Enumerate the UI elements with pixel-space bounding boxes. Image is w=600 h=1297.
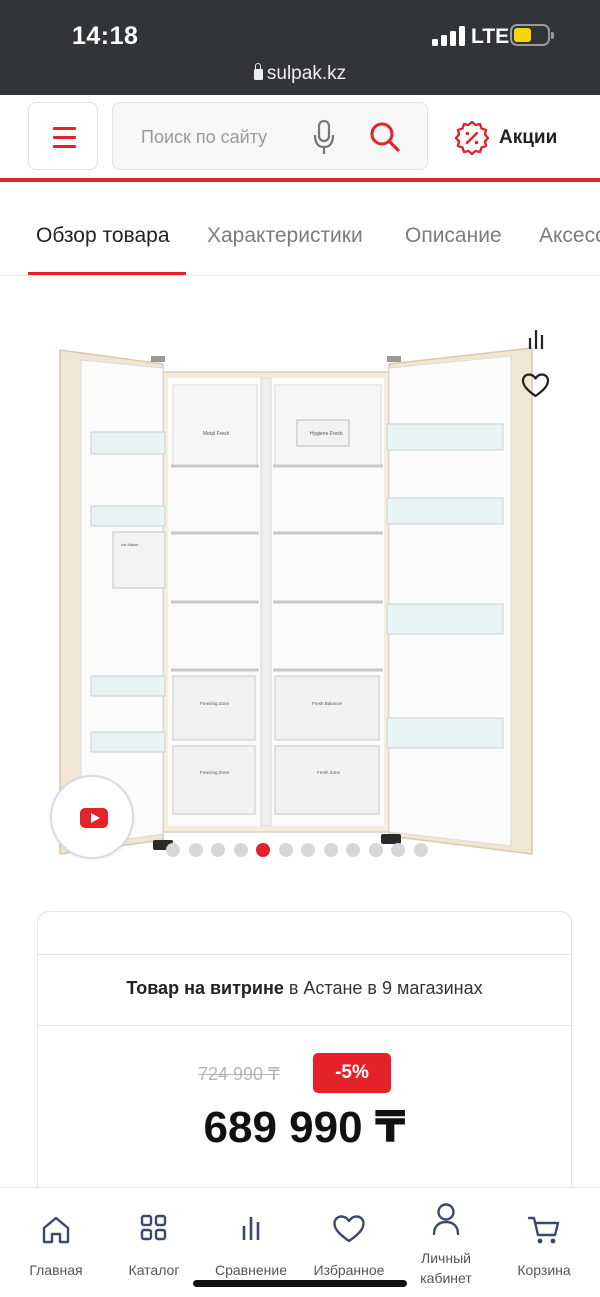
home-icon: [42, 1216, 70, 1244]
availability-text[interactable]: Товар на витрине в Астане в 9 магазинах: [38, 978, 571, 999]
youtube-play-icon: [80, 808, 108, 828]
drawer-label-4: Fresh Zone: [317, 770, 341, 775]
nav-cart[interactable]: Корзина: [500, 1188, 588, 1297]
card-divider: [38, 1025, 571, 1026]
menu-button[interactable]: [28, 102, 98, 170]
product-image[interactable]: Metal Fresh Hygiene Fresh Freezing Zone …: [55, 340, 537, 862]
search-box[interactable]: [112, 102, 428, 170]
gallery-dot[interactable]: [301, 843, 315, 857]
gallery-dot[interactable]: [166, 843, 180, 857]
home-indicator: [193, 1280, 407, 1287]
old-price: 724 990 ₸: [198, 1064, 280, 1084]
gallery-dot[interactable]: [391, 843, 405, 857]
shelf-label-hygiene-fresh: Hygiene Fresh: [310, 431, 343, 437]
discount-badge: -5%: [313, 1053, 391, 1093]
gallery-dot[interactable]: [278, 843, 293, 857]
gallery-dot-active[interactable]: [256, 843, 270, 857]
availability-status: Товар на витрине: [126, 978, 284, 998]
drawer-label-3: Freezing Zone: [200, 770, 230, 775]
tab-specifications[interactable]: Характеристики: [207, 224, 363, 248]
gallery-dot[interactable]: [211, 843, 225, 857]
clock: 14:18: [72, 22, 139, 50]
address-bar[interactable]: sulpak.kz: [0, 63, 600, 85]
drawer-label-1: Freezing Zone: [200, 701, 230, 706]
cart-icon: [527, 1216, 560, 1244]
cellular-signal-icon: [432, 26, 466, 46]
network-type: LTE: [471, 25, 510, 48]
heart-icon: [333, 1215, 365, 1243]
nav-cart-label: Корзина: [517, 1262, 571, 1278]
nav-account[interactable]: Личный кабинет: [402, 1188, 490, 1297]
gallery-dot[interactable]: [188, 843, 203, 857]
header-divider: [0, 178, 600, 182]
gallery-dot[interactable]: [368, 843, 383, 857]
shelf-label-metal-fresh: Metal Fresh: [203, 431, 230, 437]
tab-description[interactable]: Описание: [405, 224, 502, 248]
video-button[interactable]: [50, 775, 134, 859]
microphone-icon[interactable]: [313, 119, 335, 157]
nav-home-label: Главная: [29, 1262, 83, 1278]
tab-overview[interactable]: Обзор товара: [36, 224, 170, 248]
compare-icon[interactable]: [526, 328, 546, 350]
hamburger-icon: [53, 127, 76, 130]
grid-icon: [140, 1214, 167, 1241]
nav-favorites-label: Избранное: [313, 1262, 385, 1278]
user-icon: [432, 1203, 460, 1236]
nav-home[interactable]: Главная: [12, 1188, 100, 1297]
url-text: sulpak.kz: [266, 63, 347, 84]
heart-icon[interactable]: [521, 372, 550, 399]
promo-label: Акции: [499, 127, 558, 148]
gallery-dot[interactable]: [233, 843, 248, 857]
dispenser-label: Ice Maker: [121, 542, 139, 547]
gallery-dot[interactable]: [413, 843, 428, 857]
browser-status-bar: 14:18 LTE sulpak.kz: [0, 0, 600, 95]
search-icon[interactable]: [369, 121, 401, 153]
drawer-label-2: Fresh Balancer: [312, 701, 343, 706]
discount-badge-icon: [455, 121, 489, 155]
card-divider: [38, 954, 571, 955]
nav-catalog-label: Каталог: [128, 1262, 180, 1278]
lock-icon: [253, 63, 263, 80]
availability-stores: в Астане в 9 магазинах: [283, 978, 483, 998]
nav-account-label: Личный кабинет: [420, 1250, 472, 1286]
active-tab-indicator: [28, 272, 186, 275]
current-price: 689 990 ₸: [203, 1103, 406, 1152]
tab-accessories[interactable]: Аксессуары: [539, 224, 600, 248]
gallery-pagination: [166, 843, 436, 857]
nav-catalog[interactable]: Каталог: [110, 1188, 198, 1297]
search-input[interactable]: [141, 123, 301, 151]
battery-icon: [510, 24, 554, 46]
gallery-dot[interactable]: [323, 843, 338, 857]
nav-compare-label: Сравнение: [215, 1262, 287, 1278]
product-tabs: Обзор товара Характеристики Описание Акс…: [0, 200, 600, 276]
compare-icon: [242, 1217, 260, 1240]
promo-link[interactable]: Акции: [455, 120, 557, 156]
gallery-dot[interactable]: [346, 843, 360, 857]
